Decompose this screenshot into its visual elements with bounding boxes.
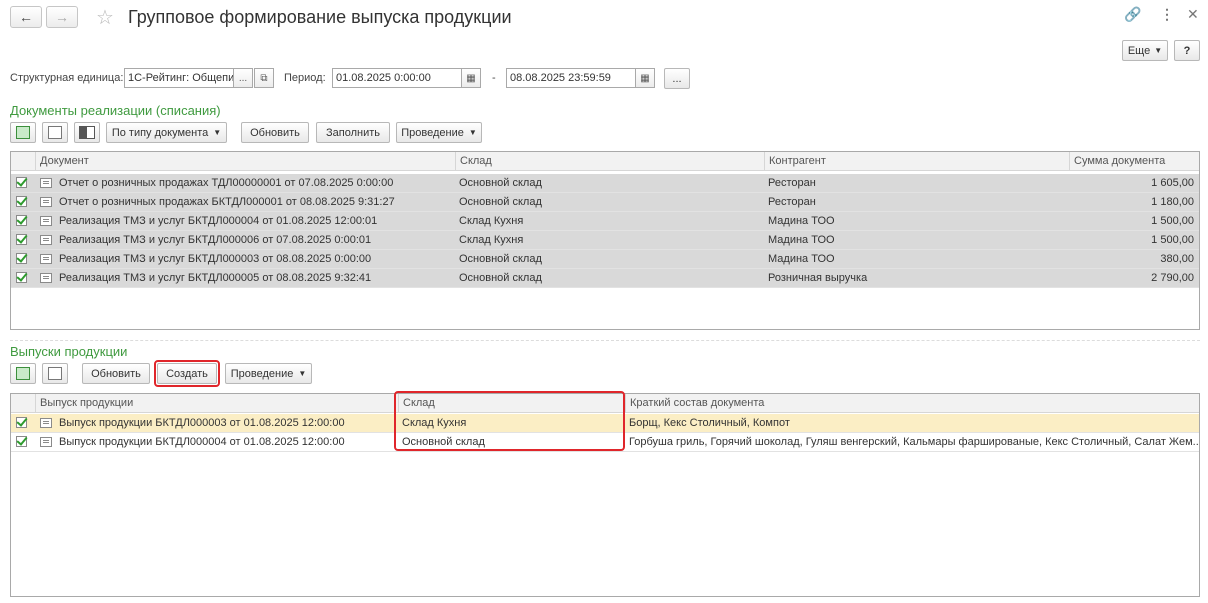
- calendar-icon: ▦: [466, 72, 476, 84]
- row-checkbox[interactable]: [16, 196, 27, 207]
- col-warehouse[interactable]: Склад: [455, 152, 765, 170]
- document-icon: [40, 437, 52, 447]
- row-checkbox[interactable]: [16, 215, 27, 226]
- document-icon: [40, 197, 52, 207]
- document-icon: [40, 216, 52, 226]
- sales-refresh-button[interactable]: Обновить: [241, 122, 309, 143]
- warehouse-column-highlight: [394, 391, 625, 451]
- table-row[interactable]: Реализация ТМЗ и услуг БКТДЛ000005 от 08…: [11, 269, 1199, 288]
- sales-posting-button[interactable]: Проведение ▼: [396, 122, 482, 143]
- help-button[interactable]: ?: [1174, 40, 1200, 61]
- document-icon: [40, 254, 52, 264]
- create-button-highlight: [154, 360, 220, 387]
- document-icon: [40, 235, 52, 245]
- more-button[interactable]: Еще ▼: [1122, 40, 1168, 61]
- row-checkbox[interactable]: [16, 177, 27, 188]
- col-amount[interactable]: Сумма документа: [1069, 152, 1199, 170]
- calendar-icon: ▦: [640, 72, 650, 84]
- table-row[interactable]: Реализация ТМЗ и услуг БКТДЛ000003 от 08…: [11, 250, 1199, 269]
- col-content[interactable]: Краткий состав документа: [625, 394, 1199, 412]
- forward-button[interactable]: →: [46, 6, 78, 28]
- back-button[interactable]: ←: [10, 6, 42, 28]
- document-icon: [40, 273, 52, 283]
- sales-section-title: Документы реализации (списания): [10, 103, 221, 118]
- period-select-button[interactable]: ...: [664, 68, 690, 89]
- row-checkbox[interactable]: [16, 234, 27, 245]
- col-partner[interactable]: Контрагент: [764, 152, 1070, 170]
- uncheck-all-icon: [48, 126, 62, 139]
- table-row[interactable]: Отчет о розничных продажах БКТДЛ000001 о…: [11, 193, 1199, 212]
- chevron-down-icon: ▼: [298, 369, 307, 378]
- link-icon[interactable]: 🔗: [1124, 6, 1141, 23]
- sales-table-header: Документ Склад Контрагент Сумма документ…: [11, 152, 1199, 171]
- date-from-calendar-button[interactable]: ▦: [461, 68, 481, 88]
- date-to-field[interactable]: 08.08.2025 23:59:59: [506, 68, 636, 88]
- check-all-button[interactable]: [10, 122, 36, 143]
- sales-table[interactable]: Документ Склад Контрагент Сумма документ…: [10, 151, 1200, 330]
- uncheck-all-icon: [48, 367, 62, 380]
- check-all-icon: [16, 367, 30, 380]
- close-icon[interactable]: ✕: [1187, 6, 1199, 23]
- row-checkbox[interactable]: [16, 436, 27, 447]
- more-vertical-icon[interactable]: ⋮: [1160, 6, 1174, 23]
- period-label: Период:: [284, 72, 326, 84]
- unit-field[interactable]: 1С-Рейтинг: Общепи: [124, 68, 234, 88]
- date-to-calendar-button[interactable]: ▦: [635, 68, 655, 88]
- by-doc-type-button[interactable]: По типу документа ▼: [106, 122, 227, 143]
- table-row[interactable]: Отчет о розничных продажах ТДЛ00000001 о…: [11, 174, 1199, 193]
- invert-selection-button[interactable]: [74, 122, 100, 143]
- arrow-right-icon: →: [55, 9, 69, 25]
- favorite-star-icon[interactable]: ☆: [96, 5, 114, 30]
- release-uncheck-all-button[interactable]: [42, 363, 68, 384]
- document-icon: [40, 178, 52, 188]
- date-from-field[interactable]: 01.08.2025 0:00:00: [332, 68, 462, 88]
- invert-icon: [79, 126, 95, 139]
- unit-open-button[interactable]: ⧉: [254, 68, 274, 88]
- col-document[interactable]: Документ: [35, 152, 461, 170]
- col-release[interactable]: Выпуск продукции: [35, 394, 399, 412]
- page-title: Групповое формирование выпуска продукции: [128, 7, 512, 27]
- section-divider: [10, 340, 1200, 341]
- uncheck-all-button[interactable]: [42, 122, 68, 143]
- period-dash: -: [492, 72, 496, 84]
- row-checkbox[interactable]: [16, 417, 27, 428]
- row-checkbox[interactable]: [16, 272, 27, 283]
- unit-select-button[interactable]: ...: [233, 68, 253, 88]
- arrow-left-icon: ←: [19, 9, 33, 25]
- row-checkbox[interactable]: [16, 253, 27, 264]
- table-row[interactable]: Реализация ТМЗ и услуг БКТДЛ000006 от 07…: [11, 231, 1199, 250]
- unit-label: Структурная единица:: [10, 72, 124, 84]
- chevron-down-icon: ▼: [468, 128, 477, 137]
- document-icon: [40, 418, 52, 428]
- table-row[interactable]: Реализация ТМЗ и услуг БКТДЛ000004 от 01…: [11, 212, 1199, 231]
- check-all-icon: [16, 126, 30, 139]
- releases-refresh-button[interactable]: Обновить: [82, 363, 150, 384]
- releases-posting-button[interactable]: Проведение ▼: [225, 363, 312, 384]
- release-check-all-button[interactable]: [10, 363, 36, 384]
- chevron-down-icon: ▼: [213, 128, 222, 137]
- chevron-down-icon: ▼: [1154, 46, 1163, 55]
- fill-button[interactable]: Заполнить: [316, 122, 390, 143]
- releases-section-title: Выпуски продукции: [10, 344, 128, 359]
- open-window-icon: ⧉: [260, 72, 268, 84]
